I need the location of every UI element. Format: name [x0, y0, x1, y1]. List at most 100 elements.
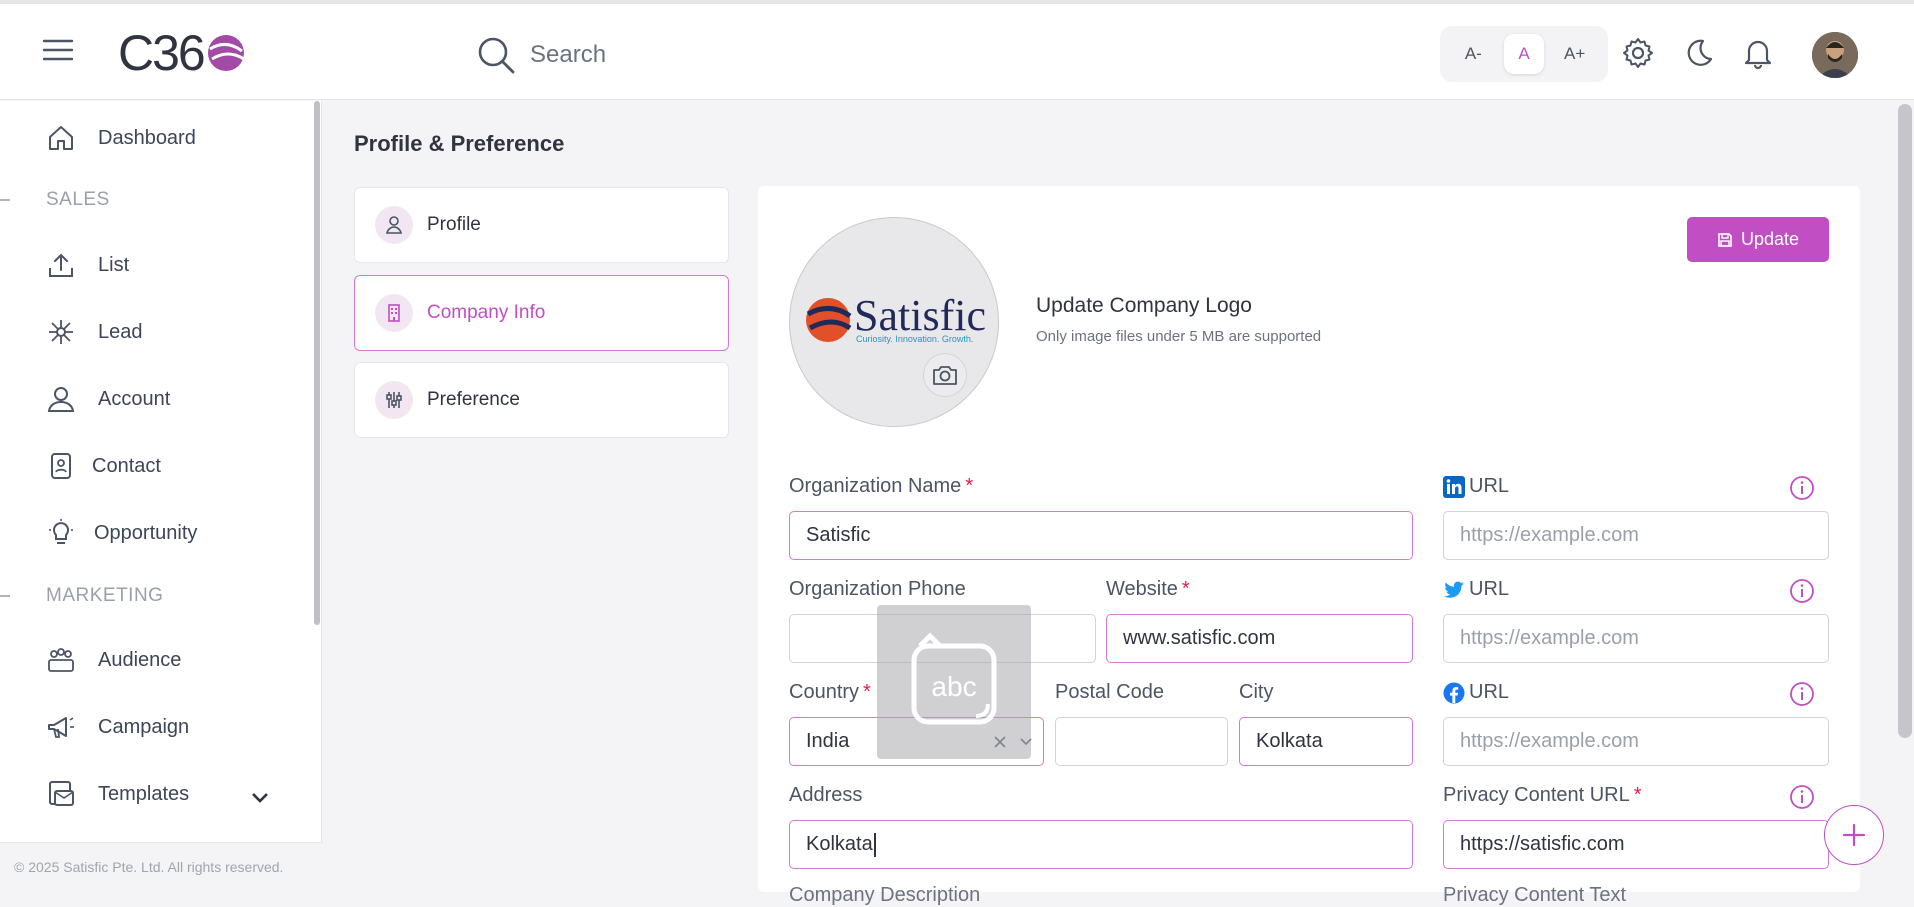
- sidebar-item-dashboard[interactable]: Dashboard: [46, 123, 196, 153]
- label-text: Website: [1106, 578, 1178, 600]
- website-label: Website *: [1106, 578, 1190, 601]
- label-text: URL: [1469, 578, 1510, 600]
- label-text: Privacy Content URL: [1443, 784, 1630, 806]
- top-header: C36 A- A A+: [0, 4, 1914, 100]
- sidebar-item-label: Dashboard: [98, 126, 196, 149]
- change-logo-button[interactable]: [923, 353, 967, 397]
- sidebar-item-label: Account: [98, 387, 171, 410]
- settings-gear-icon[interactable]: [1621, 36, 1655, 70]
- search-icon: [478, 37, 515, 74]
- info-icon[interactable]: [1789, 578, 1815, 604]
- lightbulb-icon: [49, 519, 73, 544]
- search-bar[interactable]: [476, 34, 836, 76]
- label-text: URL: [1469, 475, 1510, 497]
- org-phone-label: Organization Phone: [789, 578, 966, 600]
- sidebar-scrollbar[interactable]: [314, 101, 320, 625]
- linkedin-url-label: URL: [1443, 475, 1509, 498]
- main-scrollbar[interactable]: [1898, 104, 1912, 738]
- privacy-url-field[interactable]: https://satisfic.com: [1443, 820, 1829, 869]
- required-asterisk: *: [1181, 578, 1190, 600]
- section-sales: SALES: [46, 189, 110, 210]
- required-asterisk: *: [1633, 784, 1642, 806]
- field-value: Kolkata: [1256, 730, 1323, 752]
- app-logo[interactable]: C36: [118, 25, 248, 81]
- country-label: Country *: [789, 681, 871, 704]
- font-size-switcher: A- A A+: [1440, 26, 1608, 82]
- twitter-url-label: URL: [1443, 578, 1509, 601]
- linkedin-url-input[interactable]: [1460, 524, 1812, 547]
- sidebar-item-templates[interactable]: Templates: [46, 779, 189, 809]
- address-label: Address: [789, 784, 863, 806]
- website-field[interactable]: www.satisfic.com: [1106, 614, 1413, 663]
- sliders-icon: [375, 381, 413, 419]
- field-value: Satisfic: [806, 524, 871, 546]
- dark-mode-moon-icon[interactable]: [1681, 36, 1715, 70]
- chevron-down-icon[interactable]: [250, 787, 270, 807]
- postal-code-field[interactable]: [1055, 717, 1228, 766]
- font-normal-button[interactable]: A: [1503, 34, 1544, 74]
- sidebar-item-label: List: [98, 253, 130, 276]
- keyboard-overlay[interactable]: abc: [877, 605, 1031, 759]
- sidebar-item-label: Lead: [98, 320, 143, 343]
- sidebar-item-account[interactable]: Account: [46, 384, 170, 414]
- postal-code-input[interactable]: [1072, 730, 1211, 753]
- tab-label: Company Info: [427, 302, 546, 323]
- info-icon[interactable]: [1789, 681, 1815, 707]
- group-icon: [48, 648, 74, 672]
- keyboard-abc-icon: abc: [911, 632, 997, 725]
- org-name-field[interactable]: Satisfic: [789, 511, 1413, 560]
- update-button-label: Update: [1740, 229, 1800, 249]
- info-icon[interactable]: [1789, 784, 1815, 810]
- tab-company-info[interactable]: Company Info: [354, 275, 729, 351]
- font-decrease-button[interactable]: A-: [1453, 34, 1493, 74]
- field-value: Kolkata: [806, 833, 873, 855]
- linkedin-url-field[interactable]: [1443, 511, 1829, 560]
- sidebar-item-lead[interactable]: Lead: [46, 317, 143, 347]
- twitter-url-input[interactable]: [1460, 627, 1812, 650]
- save-icon: [1718, 232, 1732, 247]
- user-avatar[interactable]: [1812, 32, 1858, 78]
- font-increase-button[interactable]: A+: [1555, 34, 1595, 74]
- facebook-url-input[interactable]: [1460, 730, 1812, 753]
- tab-preference[interactable]: Preference: [354, 362, 729, 438]
- tab-profile[interactable]: Profile: [354, 187, 729, 263]
- satisfic-logo: Satisfic Curiosity. Innovation. Growth.: [806, 291, 986, 344]
- city-field[interactable]: Kolkata: [1239, 717, 1413, 766]
- footer-copyright: © 2025 Satisfic Pte. Ltd. All rights res…: [0, 842, 322, 892]
- sidebar: Dashboard SALES List Lead Account Contac…: [0, 101, 322, 842]
- section-marketing: MARKETING: [46, 585, 164, 606]
- update-button[interactable]: Update: [1687, 217, 1829, 262]
- upload-icon: [49, 253, 73, 277]
- sidebar-item-label: Templates: [98, 782, 190, 805]
- text-cursor: [873, 832, 876, 857]
- address-field[interactable]: Kolkata: [789, 820, 1413, 869]
- sidebar-item-campaign[interactable]: Campaign: [46, 712, 189, 742]
- search-input[interactable]: [530, 41, 830, 69]
- home-icon: [49, 126, 73, 150]
- required-asterisk: *: [965, 475, 974, 497]
- logo-mark-icon: [207, 35, 245, 71]
- info-icon[interactable]: [1789, 475, 1815, 501]
- building-icon: [375, 294, 413, 332]
- sidebar-item-label: Audience: [98, 648, 182, 671]
- label-text: Country: [789, 681, 860, 703]
- hamburger-menu-icon[interactable]: [40, 32, 76, 68]
- field-value: India: [806, 730, 850, 752]
- sidebar-item-list[interactable]: List: [46, 250, 129, 280]
- sidebar-item-opportunity[interactable]: Opportunity: [46, 518, 197, 548]
- twitter-url-field[interactable]: [1443, 614, 1829, 663]
- sidebar-item-audience[interactable]: Audience: [46, 645, 181, 675]
- plus-icon: [1842, 823, 1866, 847]
- user-icon: [47, 387, 75, 412]
- person-icon: [375, 206, 413, 244]
- sidebar-item-label: Contact: [92, 454, 161, 477]
- sidebar-item-contact[interactable]: Contact: [46, 451, 161, 481]
- notification-bell-icon[interactable]: [1741, 36, 1775, 70]
- add-fab-button[interactable]: [1824, 805, 1884, 865]
- page-title: Profile & Preference: [354, 131, 565, 156]
- facebook-url-field[interactable]: [1443, 717, 1829, 766]
- org-name-label: Organization Name *: [789, 475, 973, 498]
- privacy-url-label: Privacy Content URL *: [1443, 784, 1642, 807]
- sidebar-item-label: Campaign: [98, 715, 190, 738]
- company-logo-preview[interactable]: Satisfic Curiosity. Innovation. Growth.: [789, 217, 999, 427]
